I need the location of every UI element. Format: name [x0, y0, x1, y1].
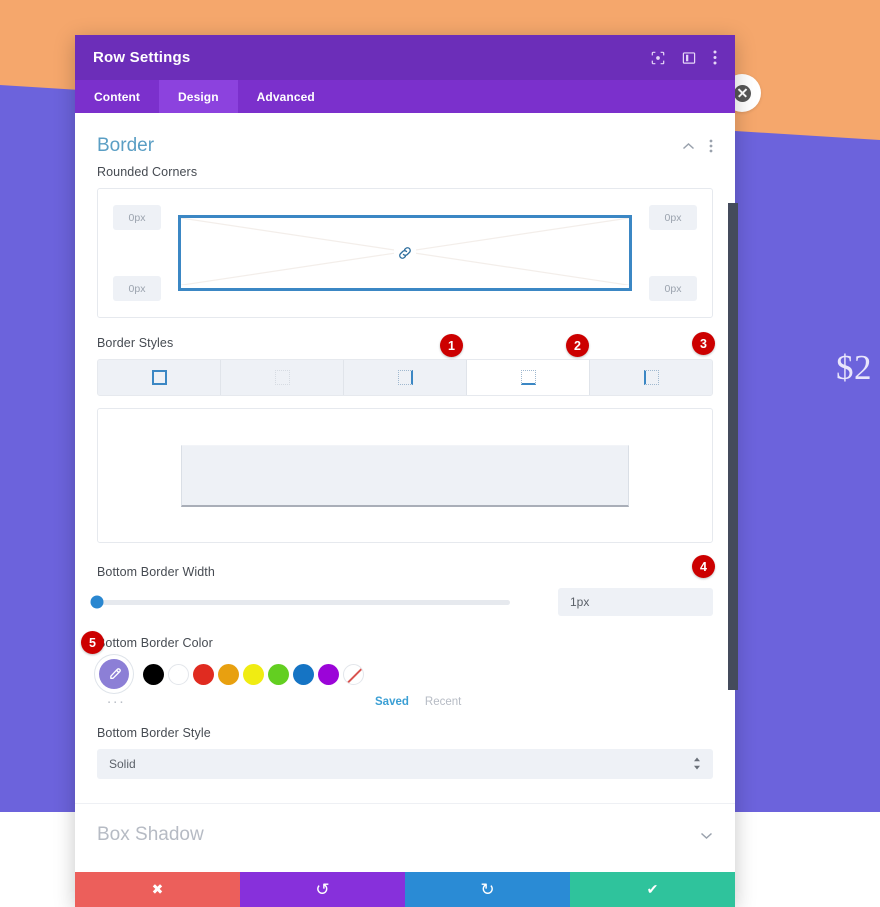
border-style-all[interactable] [98, 360, 221, 395]
corner-top-left-input[interactable]: 0px [113, 205, 161, 230]
rounded-corners-widget: 0px 0px 0px 0px [97, 188, 713, 318]
redo-icon: ↻ [480, 879, 495, 899]
bottom-border-width-control: 1px [90, 588, 713, 616]
square-bottom-border-icon [520, 370, 536, 385]
border-section-header[interactable]: Border [75, 113, 735, 165]
undo-button[interactable]: ↺ [240, 872, 405, 907]
border-style-bottom[interactable] [467, 360, 590, 395]
panel-layout-icon[interactable] [682, 51, 696, 65]
cross-icon: ✖ [151, 881, 164, 897]
swatch-red[interactable] [193, 663, 214, 685]
corner-bottom-right-input[interactable]: 0px [649, 276, 697, 301]
chevron-down-icon[interactable] [700, 831, 713, 840]
annotation-badge-4: 4 [692, 555, 715, 578]
border-styles-row [97, 359, 713, 396]
swatch-orange[interactable] [218, 663, 239, 685]
annotation-badge-5: 5 [81, 631, 104, 654]
border-section-menu-icon[interactable] [709, 139, 713, 153]
border-section-title: Border [97, 135, 155, 156]
modal-scrollbar[interactable] [728, 203, 738, 690]
bottom-border-color-field: Bottom Border Color ... Saved Recent [75, 636, 735, 714]
box-shadow-section-title: Box Shadow [97, 824, 204, 845]
more-options-icon[interactable] [713, 50, 717, 65]
swatch-purple[interactable] [318, 663, 339, 685]
corner-preview-box [178, 215, 632, 291]
redo-button[interactable]: ↻ [405, 872, 570, 907]
rounded-corners-field: Rounded Corners 0px 0px 0px 0px [75, 165, 735, 318]
corner-top-right-input[interactable]: 0px [649, 205, 697, 230]
swatch-green[interactable] [268, 663, 289, 685]
swatch-yellow[interactable] [243, 663, 264, 685]
color-swatch-row [97, 659, 713, 689]
square-right-border-icon [397, 370, 413, 385]
tab-design[interactable]: Design [159, 80, 238, 113]
bottom-border-color-label: Bottom Border Color [97, 636, 213, 650]
color-picker-eyedropper-button[interactable] [99, 659, 129, 689]
saved-recent-tabs: Saved Recent [375, 696, 461, 708]
border-style-right[interactable] [344, 360, 467, 395]
check-icon: ✔ [646, 881, 659, 897]
border-style-none[interactable] [221, 360, 344, 395]
border-style-left[interactable] [590, 360, 712, 395]
page-title: Row Settings [93, 49, 191, 66]
slider-thumb[interactable] [90, 595, 104, 609]
border-styles-field: Border Styles [75, 336, 735, 543]
square-no-borders-icon [274, 370, 290, 385]
border-styles-label: Border Styles [97, 336, 174, 350]
modal-header: Row Settings [75, 35, 735, 80]
more-colors-button[interactable]: ... [107, 691, 141, 706]
annotation-badge-1: 1 [440, 334, 463, 357]
rounded-corners-label: Rounded Corners [97, 165, 198, 179]
square-left-border-icon [643, 370, 659, 385]
modal-footer: ✖ ↺ ↻ ✔ [75, 872, 735, 907]
tab-content[interactable]: Content [75, 80, 159, 113]
recent-colors-tab[interactable]: Recent [425, 696, 461, 708]
bottom-border-style-select[interactable]: Solid [97, 749, 713, 779]
swatch-white[interactable] [168, 663, 189, 685]
border-preview-row [181, 444, 629, 507]
square-all-borders-icon [151, 370, 167, 385]
close-icon [733, 84, 751, 102]
focus-target-icon[interactable] [651, 51, 665, 65]
tab-advanced[interactable]: Advanced [238, 80, 334, 113]
corner-bottom-left-input[interactable]: 0px [113, 276, 161, 301]
swatch-none[interactable] [343, 663, 364, 685]
saved-colors-tab[interactable]: Saved [375, 696, 409, 708]
bottom-border-width-slider[interactable] [90, 595, 510, 609]
price-text: $2 [836, 348, 872, 387]
header-icon-group [651, 50, 717, 65]
save-button[interactable]: ✔ [570, 872, 735, 907]
box-shadow-section-header[interactable]: Box Shadow [75, 804, 735, 872]
annotation-badge-2: 2 [566, 334, 589, 357]
undo-icon: ↺ [315, 879, 330, 899]
swatch-blue[interactable] [293, 663, 314, 685]
chevron-up-icon[interactable] [682, 142, 695, 151]
bottom-border-style-field: Bottom Border Style Solid [75, 726, 735, 779]
bottom-border-width-label: Bottom Border Width [97, 565, 215, 579]
modal-tabs: Content Design Advanced [75, 80, 735, 113]
cancel-button[interactable]: ✖ [75, 872, 240, 907]
bottom-border-style-label: Bottom Border Style [97, 726, 211, 740]
border-preview-pane [97, 408, 713, 543]
link-icon[interactable] [394, 242, 416, 264]
chevron-updown-icon [693, 757, 701, 771]
row-settings-modal: Row Settings Content Design Advanced Bor… [75, 35, 735, 907]
swatch-black[interactable] [143, 663, 164, 685]
bottom-border-width-input[interactable]: 1px [558, 588, 713, 616]
bottom-border-width-field: Bottom Border Width 1px [75, 565, 735, 616]
modal-body: Border Rounded Corners 0px 0px 0px 0px B… [75, 113, 735, 872]
annotation-badge-3: 3 [692, 332, 715, 355]
bottom-border-style-value: Solid [109, 757, 136, 771]
